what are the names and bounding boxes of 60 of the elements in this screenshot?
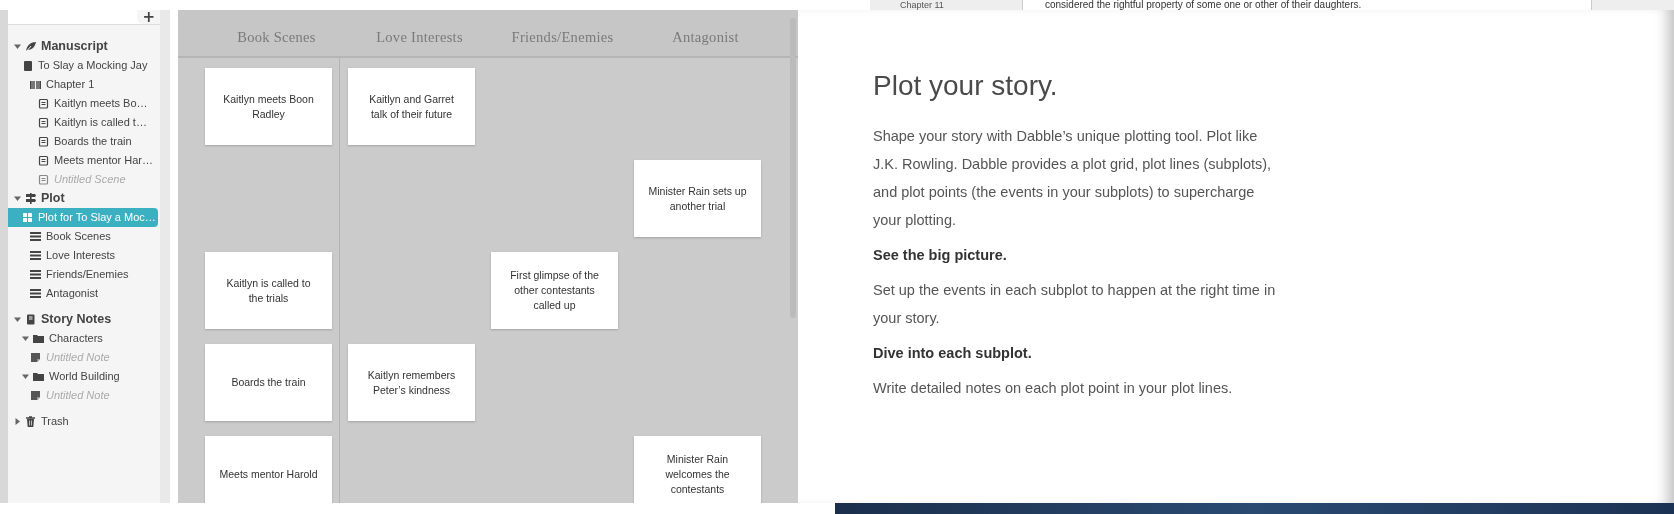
document-text: considered the rightful property of some one or other of their daughters. [1045,0,1362,10]
document-icon [38,155,49,166]
tree-item[interactable]: World Building [8,367,158,386]
collapse-caret-icon[interactable] [14,316,21,323]
collapse-caret-icon[interactable] [14,195,21,202]
collapse-caret-icon[interactable] [22,335,29,342]
folder-icon [33,333,44,344]
tree-item[interactable]: Boards the train [8,132,158,151]
plot-card[interactable]: Minister Rain sets up another trial [634,160,761,237]
paragraph: Set up the events in each subplot to happen at the right time in your story. [873,281,1277,328]
lines-icon [30,288,41,299]
document-icon [38,174,49,185]
collapse-caret-icon[interactable] [14,43,21,50]
tree-item[interactable]: Plot [8,189,158,208]
document-icon [38,136,49,147]
open-book-icon [30,79,41,90]
tree-item[interactable]: Book Scenes [8,227,158,246]
tree-item[interactable]: Friends/Enemies [8,265,158,284]
plot-card[interactable]: Minister Rain welcomes the contestants [634,436,761,503]
plot-card[interactable]: Kaitlyn remembers Peter’s kindness [348,344,475,421]
subheading: Dive into each subplot. [873,344,1033,363]
paragraph: Write detailed notes on each plot point in your plot lines. [873,379,1234,398]
tree-item[interactable]: Trash [8,412,158,431]
add-button[interactable]: + [137,10,160,24]
note-icon [30,352,41,363]
plot-card[interactable]: First glimpse of the other contestants called up [491,252,618,329]
notebook-icon [25,314,36,325]
tree-item[interactable]: Kaitlyn meets Bo… [8,94,158,113]
lines-icon [30,269,41,280]
heading: Plot your story. [873,70,1059,102]
tree-item[interactable]: Story Notes [8,310,158,329]
grid-icon [22,212,33,223]
tree-item[interactable]: Manuscript [8,37,158,56]
plot-card[interactable]: Boards the train [205,344,332,421]
book-icon [22,60,33,71]
document-icon [38,117,49,128]
tree-item[interactable]: Chapter 1 [8,75,158,94]
sidebar-item: Chapter 11 [900,0,944,10]
note-icon [30,390,41,401]
signpost-icon [25,193,36,204]
plot-card[interactable]: Kaitlyn is called to the trials [205,252,332,329]
collapse-caret-icon[interactable] [22,373,29,380]
plot-card[interactable]: Kaitlyn meets Boon Radley [205,68,332,145]
lines-icon [30,231,41,242]
trash-icon [25,416,36,427]
plot-card[interactable]: Kaitlyn and Garret talk of their future [348,68,475,145]
lines-icon [30,250,41,261]
tree-item[interactable]: Meets mentor Har… [8,151,158,170]
paragraph: Shape your story with Dabble’s unique plotting tool. Plot like J.K. Rowling. Dabble provides a plot grid, plot lines (subplots), and plot points (the events in your subplots) to supercharge your plotting. [873,127,1273,230]
tree-item[interactable]: Love Interests [8,246,158,265]
leaf-icon [25,41,36,52]
plot-card[interactable]: Meets mentor Harold [205,436,332,503]
tree-item[interactable]: To Slay a Mocking Jay [8,56,158,75]
tree-item[interactable]: Kaitlyn is called t… [8,113,158,132]
expand-caret-icon[interactable] [14,418,21,425]
subheading: See the big picture. [873,246,1008,265]
document-icon [38,98,49,109]
folder-icon [33,371,44,382]
tree-item[interactable]: Antagonist [8,284,158,303]
tree-item[interactable]: Characters [8,329,158,348]
